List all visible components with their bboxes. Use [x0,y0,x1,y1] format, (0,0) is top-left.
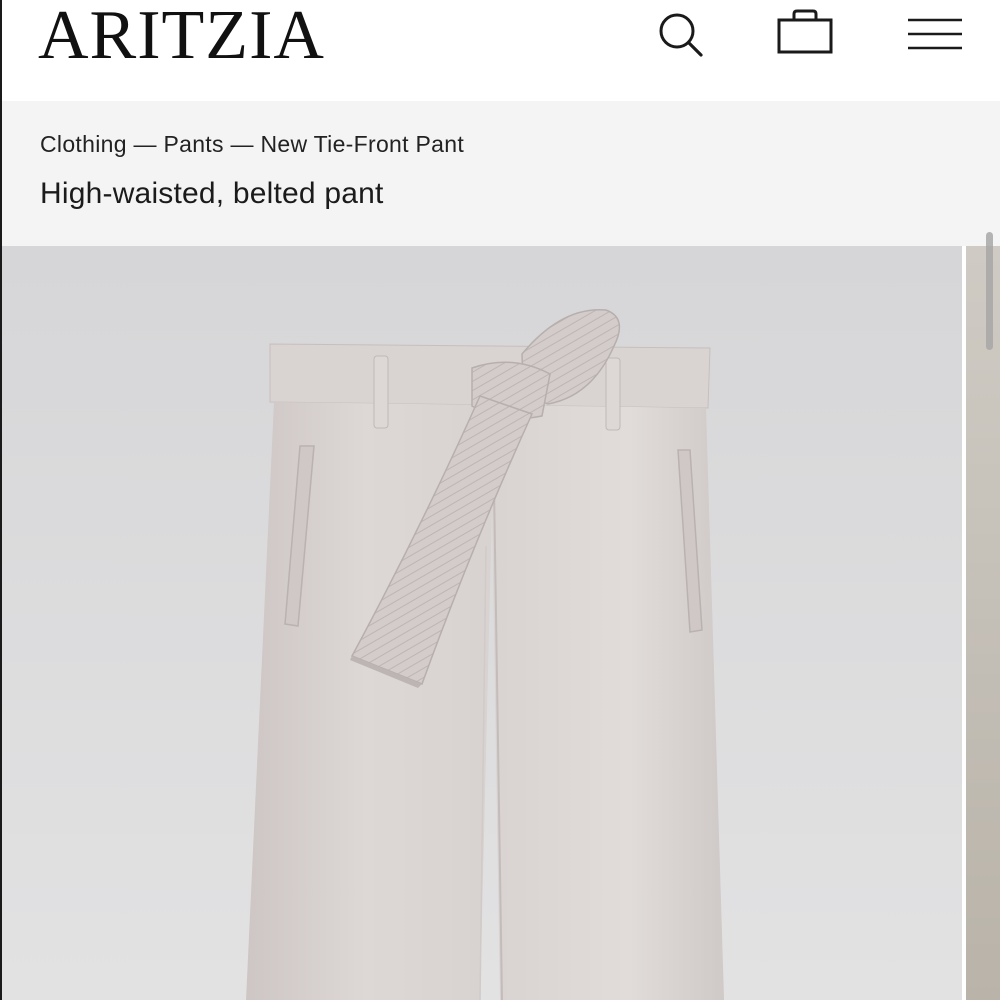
menu-icon [908,18,962,50]
breadcrumb-item-clothing[interactable]: Clothing [40,131,127,157]
breadcrumb-separator: — [126,131,164,157]
search-icon [659,13,703,57]
scrollbar-thumb[interactable] [986,232,993,350]
pants-illustration [2,246,962,1000]
product-subtitle: High-waisted, belted pant [40,177,384,210]
shopping-bag-button[interactable] [776,8,834,58]
window-edge [0,0,2,1000]
breadcrumb-item-current: New Tie-Front Pant [260,131,465,157]
breadcrumb-separator: — [223,131,261,157]
search-button[interactable] [656,10,706,60]
product-image[interactable] [2,246,962,1000]
breadcrumb: Clothing — Pants — New Tie-Front Pant [40,131,464,158]
product-info: Clothing — Pants — New Tie-Front Pant Hi… [2,101,1000,246]
brand-logo[interactable]: ARITZIA [38,0,325,76]
site-header: ARITZIA [0,0,1000,101]
breadcrumb-item-pants[interactable]: Pants [163,131,223,157]
menu-button[interactable] [906,16,964,56]
next-image-peek[interactable] [966,246,1000,1000]
bag-icon [777,9,833,54]
